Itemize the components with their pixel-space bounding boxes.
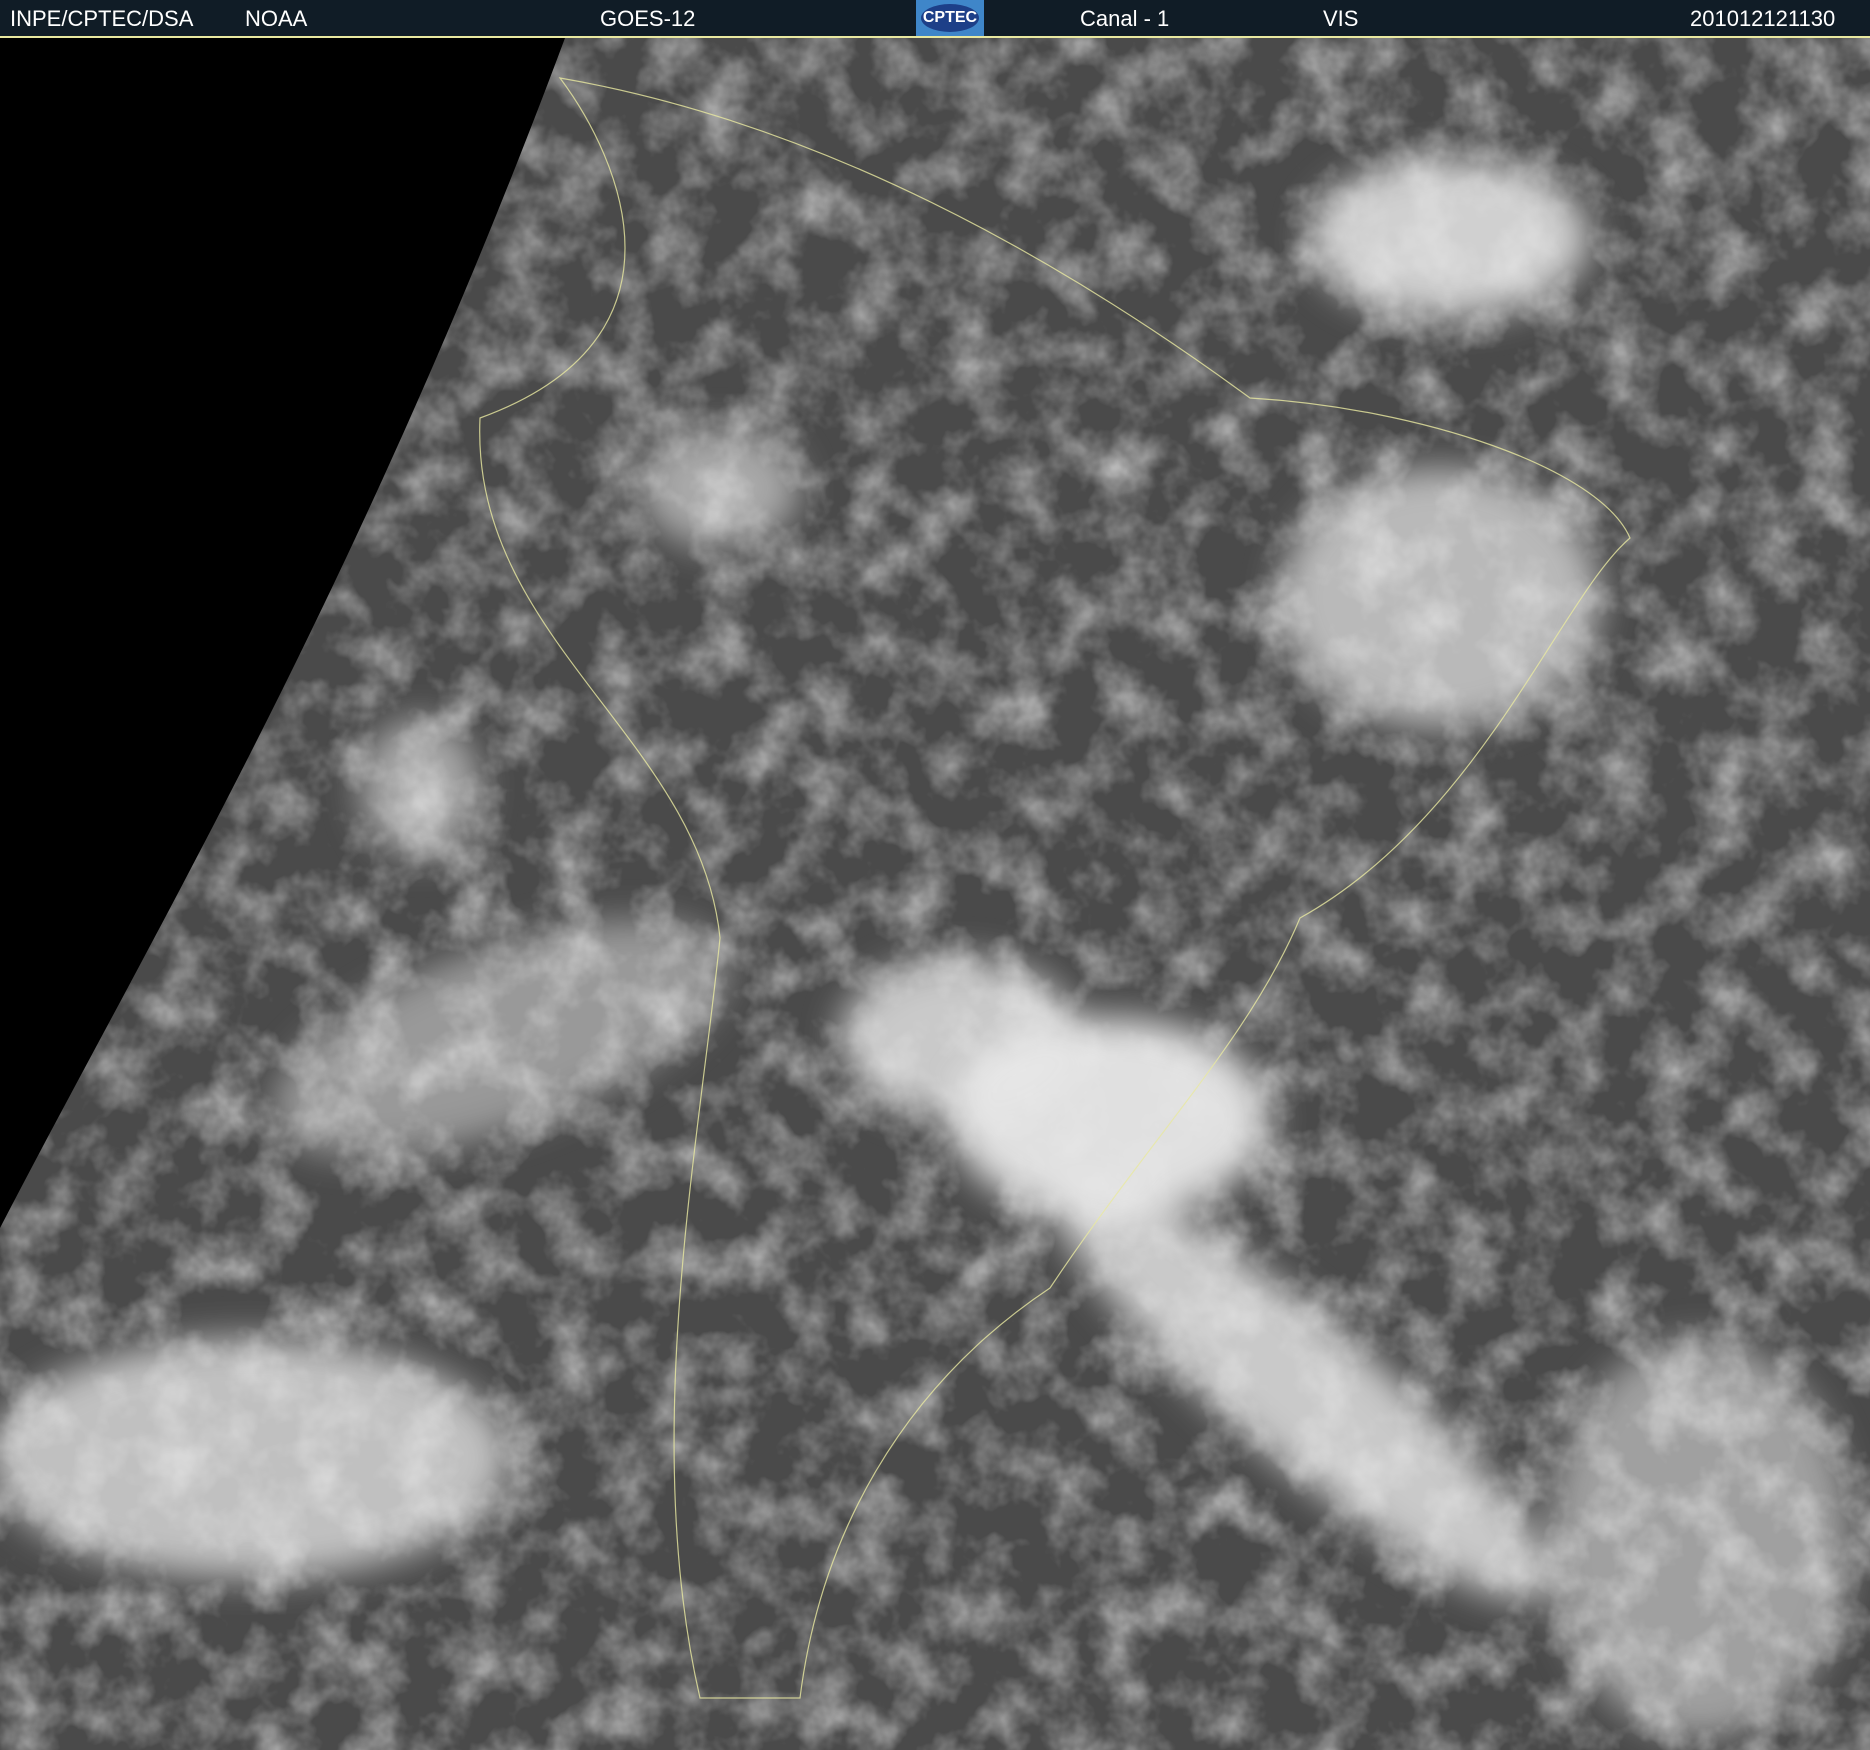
satellite-label: GOES-12 (600, 6, 696, 31)
timestamp-label: 201012121130 (1690, 6, 1836, 31)
cptec-logo: CPTEC (916, 0, 984, 36)
channel-label: Canal - 1 (1080, 6, 1170, 31)
band-label: VIS (1323, 6, 1359, 31)
source-label: NOAA (245, 6, 308, 31)
satellite-image (0, 38, 1870, 1750)
header-bar: INPE/CPTEC/DSA NOAA GOES-12 CPTEC Canal … (0, 0, 1870, 38)
agency-label: INPE/CPTEC/DSA (10, 6, 194, 31)
